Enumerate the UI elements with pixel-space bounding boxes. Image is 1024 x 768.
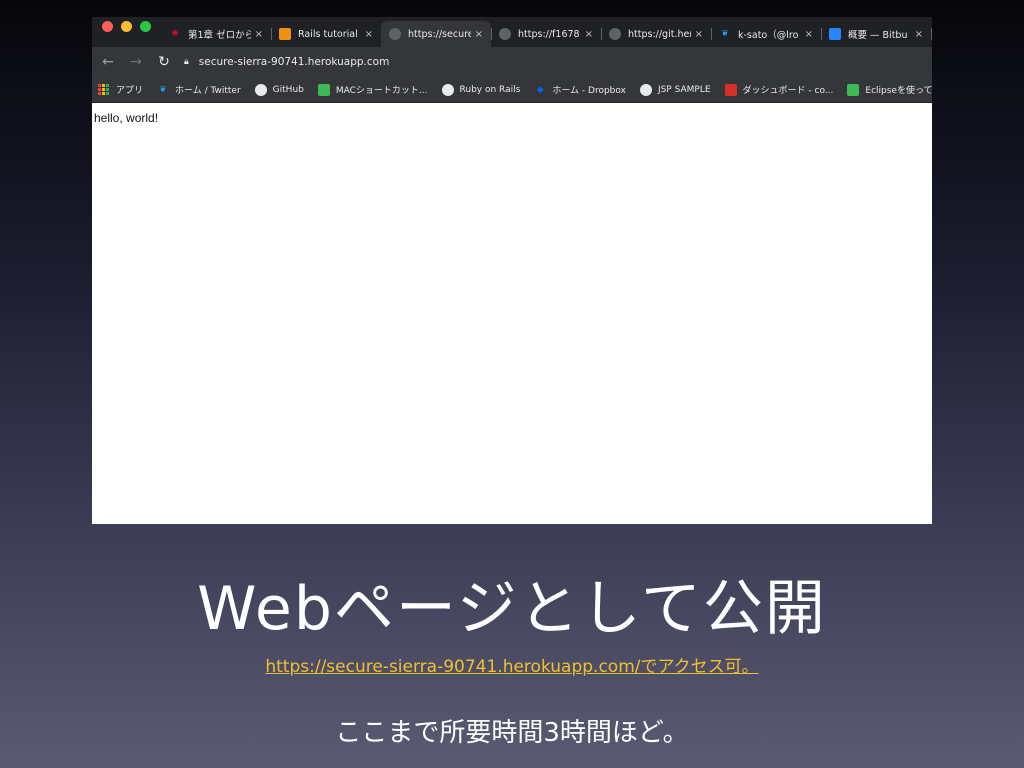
bookmark-twitter[interactable]: ❦ ホーム / Twitter <box>157 83 241 97</box>
lock-icon: 🔒︎ <box>184 57 189 67</box>
bookmark-label: JSP SAMPLE <box>657 84 711 95</box>
close-icon[interactable]: × <box>365 29 373 40</box>
close-icon[interactable]: × <box>915 29 923 40</box>
bookmark-label: ホーム - Dropbox <box>552 86 626 96</box>
tab-7[interactable]: 概要 — Bitbu × <box>821 21 931 47</box>
slide-note: ここまで所要時間3時間ほど。 <box>335 718 689 748</box>
bookmark-label: MACショートカット... <box>335 86 428 96</box>
tab-title: 第1章 ゼロから <box>188 30 251 41</box>
slide-title: Webページとして公開 <box>197 574 827 644</box>
bookmark-ruby-on-rails[interactable]: Ruby on Rails <box>441 83 521 96</box>
bitbucket-icon <box>829 28 841 40</box>
tab-title: Rails tutorial <box>298 28 358 40</box>
github-icon <box>254 83 267 96</box>
bookmark-apps[interactable]: アプリ <box>98 83 143 96</box>
green-q-icon <box>317 83 330 96</box>
bookmark-jsp-sample[interactable]: JSP SAMPLE <box>639 83 711 96</box>
address-bar[interactable]: 🔒︎ secure-sierra-90741.herokuapp.com <box>184 51 924 73</box>
tab-2[interactable]: Rails tutorial × <box>271 21 381 47</box>
globe-icon <box>609 28 621 40</box>
bookmark-mac-shortcut[interactable]: MACショートカット... <box>317 83 428 96</box>
tab-title: 概要 — Bitbu <box>848 30 908 41</box>
bookmark-label: GitHub <box>272 84 304 95</box>
bookmark-label: ダッシュボード - co... <box>742 86 834 96</box>
bookmark-eclipse[interactable]: Eclipseを使ってTo <box>847 83 932 96</box>
green-q-icon <box>847 83 860 96</box>
close-icon[interactable]: × <box>805 29 813 40</box>
browser-toolbar: ← → ↻ 🔒︎ secure-sierra-90741.herokuapp.c… <box>92 47 932 77</box>
close-icon[interactable]: × <box>255 29 263 40</box>
globe-icon <box>389 28 401 40</box>
bookmarks-bar: アプリ ❦ ホーム / Twitter GitHub MACショートカット...… <box>92 77 932 103</box>
close-window-button[interactable] <box>102 20 113 32</box>
heroku-app-link[interactable]: https://secure-sierra-90741.herokuapp.co… <box>265 657 758 677</box>
tab-1[interactable]: ✺ 第1章 ゼロから × <box>161 21 271 47</box>
twitter-icon: ❦ <box>721 29 729 39</box>
forward-arrow-icon[interactable]: → <box>128 54 144 70</box>
tab-5[interactable]: https://git.her × <box>601 21 711 47</box>
twitter-icon: ❦ <box>159 84 167 95</box>
globe-icon <box>639 83 652 96</box>
tab-title: k-sato（@lro <box>738 30 799 41</box>
red-c-icon <box>724 83 737 96</box>
globe-icon <box>499 28 511 40</box>
browser-window: ✺ 第1章 ゼロから × Rails tutorial × https://se… <box>92 17 932 524</box>
back-arrow-icon[interactable]: ← <box>100 54 116 70</box>
globe-icon <box>441 83 454 96</box>
bookmark-label: アプリ <box>116 86 144 96</box>
rails-red-icon: ✺ <box>171 29 179 39</box>
window-controls <box>92 20 161 42</box>
tab-title: https://f1678 <box>518 28 580 40</box>
slide-link-row: https://secure-sierra-90741.herokuapp.co… <box>0 652 1024 677</box>
address-text: secure-sierra-90741.herokuapp.com <box>198 56 390 68</box>
bookmark-dashboard[interactable]: ダッシュボード - co... <box>724 83 834 96</box>
tab-3-active[interactable]: https://secure × <box>381 21 491 47</box>
bookmark-dropbox[interactable]: ◆ ホーム - Dropbox <box>534 83 626 97</box>
close-icon[interactable]: × <box>475 29 483 40</box>
tab-6[interactable]: ❦ k-sato（@lro × <box>711 21 821 47</box>
close-icon[interactable]: × <box>695 29 703 40</box>
tab-title: https://secure <box>408 28 471 40</box>
bookmark-github[interactable]: GitHub <box>254 83 304 96</box>
page-content: hello, world! <box>92 103 932 134</box>
tab-8-partial[interactable] <box>931 21 932 47</box>
dropbox-icon: ◆ <box>536 84 544 95</box>
close-icon[interactable]: × <box>585 29 593 40</box>
maximize-window-button[interactable] <box>140 20 151 32</box>
bookmark-label: Eclipseを使ってTo <box>865 86 932 96</box>
bookmark-label: ホーム / Twitter <box>175 86 241 96</box>
cube-orange-icon <box>279 28 291 40</box>
tab-4[interactable]: https://f1678 × <box>491 21 601 47</box>
reload-icon[interactable]: ↻ <box>156 54 172 70</box>
bookmark-label: Ruby on Rails <box>459 84 521 95</box>
tab-title: https://git.her <box>628 28 691 40</box>
page-body-text: hello, world! <box>94 111 159 125</box>
minimize-window-button[interactable] <box>121 20 132 32</box>
tab-strip: ✺ 第1章 ゼロから × Rails tutorial × https://se… <box>92 17 932 47</box>
apps-grid-icon <box>98 83 110 96</box>
